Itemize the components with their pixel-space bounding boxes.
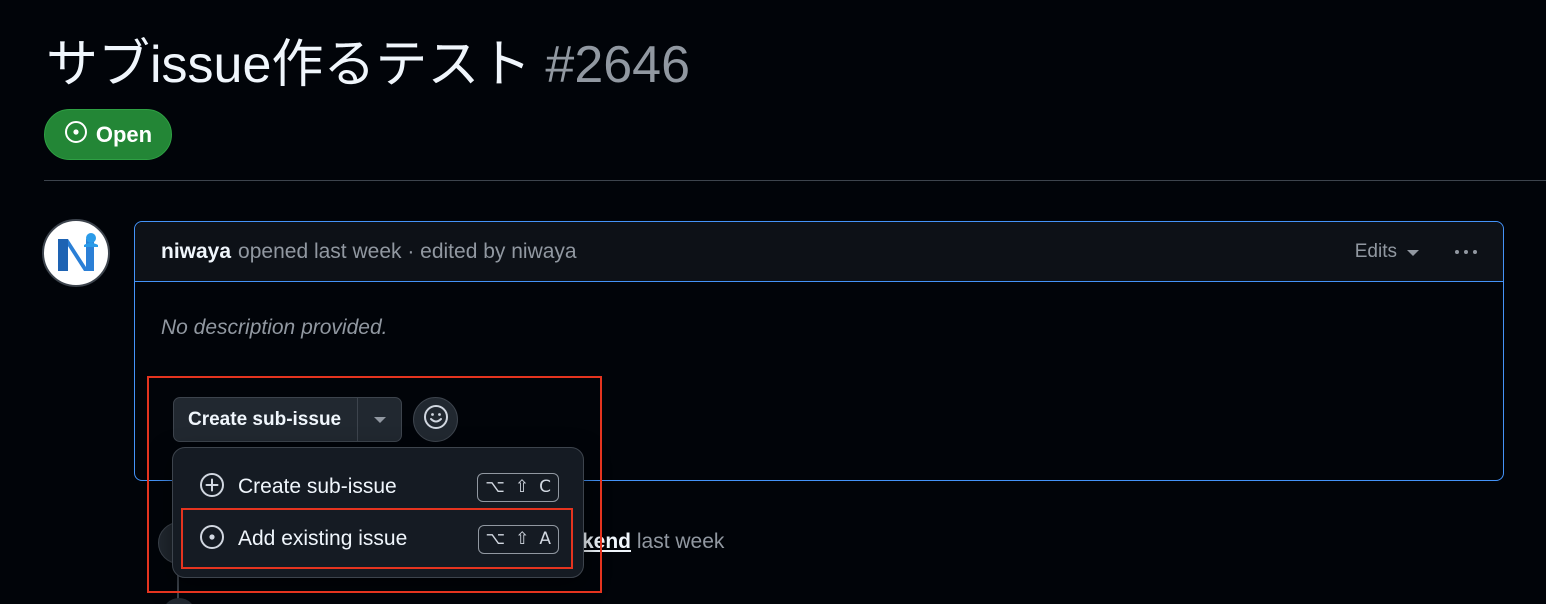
menu-item-add-existing-issue[interactable]: Add existing issue ⌥ ⇧ A <box>183 514 573 564</box>
create-sub-issue-dropdown-toggle[interactable] <box>358 398 401 441</box>
comment-author[interactable]: niwaya <box>161 240 231 264</box>
menu-item-create-sub-issue[interactable]: Create sub-issue ⌥ ⇧ C <box>183 462 573 512</box>
comment-meta: opened last week · edited by niwaya <box>238 239 577 263</box>
issue-state-label: Open <box>95 121 153 147</box>
smiley-icon <box>423 404 449 435</box>
timeline-event-icon <box>162 598 196 604</box>
edits-dropdown[interactable]: Edits <box>1355 241 1419 263</box>
issue-body-comment: niwaya opened last week · edited by niwa… <box>134 221 1504 481</box>
add-reaction-button[interactable] <box>413 397 458 442</box>
option-key-icon: ⌥ <box>485 529 506 549</box>
option-key-icon: ⌥ <box>485 477 505 497</box>
triangle-down-icon <box>373 411 386 429</box>
shortcut-key: C <box>539 477 551 497</box>
keyboard-shortcut: ⌥ ⇧ C <box>477 472 559 502</box>
triangle-down-icon <box>1407 241 1419 263</box>
shift-key-icon: ⇧ <box>514 477 530 497</box>
issue-opened-icon <box>64 120 88 150</box>
edits-label: Edits <box>1354 240 1397 262</box>
avatar-logo-icon <box>58 233 98 271</box>
issue-title-text: サブissue作るテスト <box>46 36 532 94</box>
create-sub-issue-button-group: Create sub-issue <box>173 397 402 442</box>
create-sub-issue-button[interactable]: Create sub-issue <box>174 398 358 441</box>
plus-circle-icon <box>199 472 225 503</box>
sub-issue-menu: Create sub-issue ⌥ ⇧ C Add existing issu… <box>172 447 584 578</box>
author-avatar[interactable] <box>42 219 110 287</box>
issue-state-badge: Open <box>44 109 172 160</box>
shortcut-key: A <box>539 529 551 549</box>
comment-body: No description provided. <box>161 316 388 339</box>
issue-opened-icon <box>199 524 225 555</box>
timeline-event-link[interactable]: kend <box>582 530 631 553</box>
shift-key-icon: ⇧ <box>515 529 530 549</box>
issue-title: サブissue作るテスト #2646 <box>46 30 690 100</box>
menu-item-label: Create sub-issue <box>238 475 397 498</box>
keyboard-shortcut: ⌥ ⇧ A <box>477 524 559 554</box>
timeline-event-text: kend last week <box>582 530 724 554</box>
header-divider <box>44 180 1546 181</box>
kebab-menu-icon[interactable] <box>1455 249 1477 254</box>
comment-header: niwaya opened last week · edited by niwa… <box>135 222 1503 282</box>
issue-number: #2646 <box>545 36 691 94</box>
issue-page: サブissue作るテスト #2646 Open niwaya opened las… <box>0 0 1546 604</box>
timeline-event-time: last week <box>636 530 725 553</box>
menu-item-label: Add existing issue <box>238 527 408 550</box>
